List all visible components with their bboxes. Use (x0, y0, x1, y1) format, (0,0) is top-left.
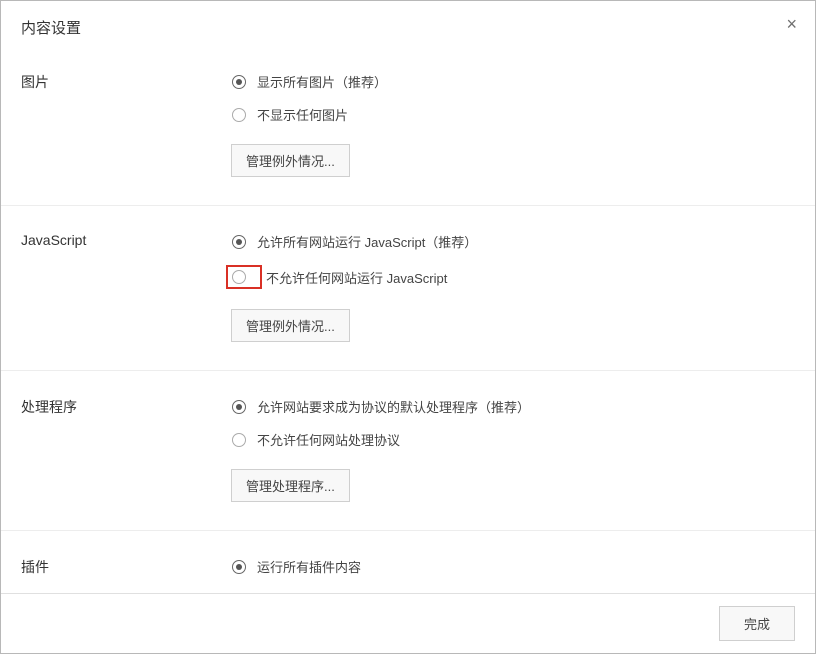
manage-handlers-button[interactable]: 管理处理程序... (231, 469, 350, 502)
radio-js-allow-all[interactable]: 允许所有网站运行 JavaScript（推荐） (231, 230, 795, 253)
section-content-handlers: 允许网站要求成为协议的默认处理程序（推荐） 不允许任何网站处理协议 管理处理程序… (231, 395, 795, 502)
radio-handlers-allow[interactable]: 允许网站要求成为协议的默认处理程序（推荐） (231, 395, 795, 418)
modal-body[interactable]: 图片 显示所有图片（推荐） 不显示任何图片 管理例外情况... (1, 46, 815, 593)
manage-exceptions-images-button[interactable]: 管理例外情况... (231, 144, 350, 177)
radio-icon (231, 234, 247, 250)
radio-icon (231, 107, 247, 123)
close-icon: × (786, 14, 797, 34)
radio-icon (231, 399, 247, 415)
radio-plugins-run-all[interactable]: 运行所有插件内容 (231, 555, 795, 578)
modal-footer: 完成 (1, 593, 815, 653)
highlight-annotation (226, 265, 262, 289)
radio-label: 不允许任何网站运行 JavaScript (266, 268, 447, 287)
radio-handlers-block[interactable]: 不允许任何网站处理协议 (231, 428, 795, 451)
section-content-javascript: 允许所有网站运行 JavaScript（推荐） 不允许任何网站运行 JavaSc… (231, 230, 795, 342)
radio-icon (231, 559, 247, 575)
radio-label: 运行所有插件内容 (257, 557, 361, 576)
radio-label: 不允许任何网站处理协议 (257, 430, 400, 449)
section-label-images: 图片 (21, 70, 231, 177)
radio-label: 允许网站要求成为协议的默认处理程序（推荐） (257, 397, 530, 416)
close-button[interactable]: × (786, 15, 797, 33)
radio-js-block-all[interactable]: 不允许任何网站运行 JavaScript (231, 263, 795, 291)
radio-icon (231, 74, 247, 90)
section-label-handlers: 处理程序 (21, 395, 231, 502)
section-content-plugins: 运行所有插件内容 检测并运行重要插件内容（推荐） 让我自行选择何时运行插件内容 (231, 555, 795, 593)
radio-icon (231, 269, 247, 285)
content-settings-modal: 内容设置 × 图片 显示所有图片（推荐） 不显示任何图片 (0, 0, 816, 654)
section-label-javascript: JavaScript (21, 230, 231, 342)
radio-label: 不显示任何图片 (257, 105, 348, 124)
section-javascript: JavaScript 允许所有网站运行 JavaScript（推荐） 不允许任何… (1, 206, 815, 371)
radio-icon (231, 432, 247, 448)
section-label-plugins: 插件 (21, 555, 231, 593)
radio-images-hide-all[interactable]: 不显示任何图片 (231, 103, 795, 126)
modal-header: 内容设置 × (1, 1, 815, 46)
section-plugins: 插件 运行所有插件内容 检测并运行重要插件内容（推荐） (1, 531, 815, 593)
section-content-images: 显示所有图片（推荐） 不显示任何图片 管理例外情况... (231, 70, 795, 177)
done-button[interactable]: 完成 (719, 606, 795, 641)
radio-images-show-all[interactable]: 显示所有图片（推荐） (231, 70, 795, 93)
modal-title: 内容设置 (21, 17, 795, 38)
radio-label: 显示所有图片（推荐） (257, 72, 387, 91)
section-handlers: 处理程序 允许网站要求成为协议的默认处理程序（推荐） 不允许任何网站处理协议 管… (1, 371, 815, 531)
section-images: 图片 显示所有图片（推荐） 不显示任何图片 管理例外情况... (1, 46, 815, 206)
radio-label: 允许所有网站运行 JavaScript（推荐） (257, 232, 477, 251)
manage-exceptions-js-button[interactable]: 管理例外情况... (231, 309, 350, 342)
